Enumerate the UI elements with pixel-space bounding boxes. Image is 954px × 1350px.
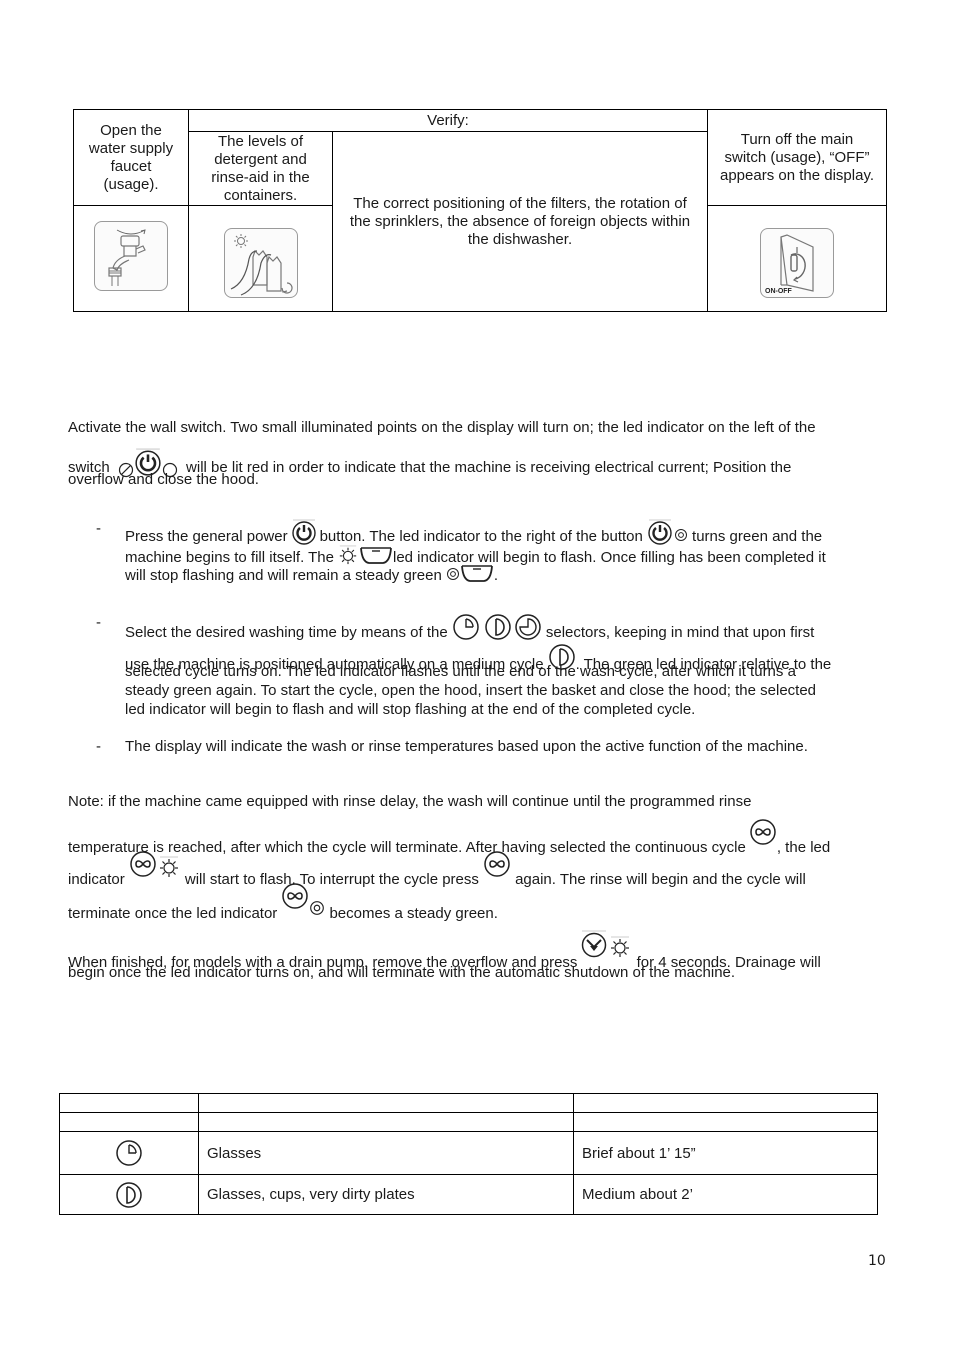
cycle-icon-cell <box>59 1131 199 1175</box>
detergent-instruction: The levels of detergent and rinse-aid in… <box>188 131 333 206</box>
note-line-4: terminate once the led indicator becomes… <box>68 882 888 922</box>
on-off-label: ON-OFF <box>765 288 793 295</box>
heating-icon <box>157 856 181 878</box>
page-number: 10 <box>868 1253 886 1269</box>
bullet-3-text: The display will indicate the wash or ri… <box>125 738 808 755</box>
bullet-2-text-g: led indicator will begin to flash and wi… <box>125 701 696 718</box>
continuous-cycle-icon <box>483 850 511 878</box>
verify-header: Verify: <box>188 109 708 132</box>
heating-icon <box>337 545 359 565</box>
faucet-picture-cell <box>73 205 189 312</box>
power-button-icon <box>290 519 318 545</box>
green-led-icon <box>309 900 325 916</box>
switch-picture-cell: ON-OFF <box>707 205 887 312</box>
continuous-cycle-icon <box>749 818 777 846</box>
faucet-instruction: Open the water supply faucet (usage). <box>73 109 189 206</box>
drain-icon <box>580 930 608 958</box>
blank-cell <box>573 1112 878 1132</box>
on-off-switch-icon: ON-OFF <box>760 228 834 298</box>
water-faucet-icon <box>94 221 168 291</box>
cycle-duration-cell: Brief about 1’ 15” <box>573 1131 878 1175</box>
bullet-1-text-c: turns green and the <box>692 528 823 545</box>
switch-instruction: Turn off the main switch (usage), “OFF” … <box>707 109 887 206</box>
bullet-1-text-g: . <box>493 567 499 584</box>
bullet-dash: - <box>96 738 101 755</box>
table-row: Glasses Brief about 1’ 15” <box>59 1131 878 1175</box>
continuous-cycle-icon <box>281 882 309 910</box>
header-cell <box>198 1093 574 1113</box>
header-cell <box>59 1093 199 1113</box>
bullet-1-text-a: Press the general power <box>125 528 288 545</box>
brief-cycle-icon <box>115 1139 143 1167</box>
blank-cell <box>59 1112 199 1132</box>
tank-icon <box>359 545 393 565</box>
bullet-2-text-f: steady green again. To start the cycle, … <box>125 682 817 699</box>
brief-cycle-icon <box>452 613 480 641</box>
intro-line-3: overflow and close the hood. <box>68 471 259 488</box>
table-header-row <box>59 1093 878 1113</box>
long-cycle-icon <box>514 613 542 641</box>
finish-line-2: begin once the led indicator turns on, a… <box>68 964 736 981</box>
bullet-dash: - <box>96 614 101 631</box>
note-line-1: Note: if the machine came equipped with … <box>68 793 752 810</box>
detergent-picture-cell <box>188 205 333 312</box>
note-text-4b: becomes a steady green. <box>329 905 498 922</box>
detergent-containers-icon <box>223 228 298 298</box>
preparation-table: Open the water supply faucet (usage). Ve… <box>73 109 887 312</box>
intro-line-1: Activate the wall switch. Two small illu… <box>68 419 816 436</box>
medium-cycle-icon <box>115 1181 143 1209</box>
cycle-items-cell: Glasses, cups, very dirty plates <box>198 1174 574 1215</box>
bullet-2-text-e: selected cycle turns on. The led indicat… <box>125 663 796 680</box>
bullet-2-text-a: Select the desired washing time by means… <box>125 624 448 641</box>
header-cell <box>573 1093 878 1113</box>
green-led-icon <box>446 567 460 581</box>
bullet-dash: - <box>96 520 101 537</box>
table-row <box>59 1112 878 1132</box>
bullet-power: - Press the general power button. The led… <box>96 519 886 585</box>
bullet-select-time: - Select the desired washing time by mea… <box>96 613 886 719</box>
bullet-1-text-b: button. The led indicator to the right o… <box>319 528 643 545</box>
cycle-items-cell: Glasses <box>198 1131 574 1175</box>
note-line-2: temperature is reached, after which the … <box>68 818 888 856</box>
cycle-table: Glasses Brief about 1’ 15” Glasses, cups… <box>59 1093 878 1215</box>
finish-line-1: When finished, for models with a drain p… <box>68 930 888 971</box>
medium-cycle-icon <box>484 613 512 641</box>
tank-icon <box>460 563 494 583</box>
bullet-display: - The display will indicate the wash or … <box>96 737 886 756</box>
continuous-cycle-icon <box>129 850 157 878</box>
cycle-duration-cell: Medium about 2’ <box>573 1174 878 1215</box>
bullet-2-text-b: selectors, keeping in mind that upon fir… <box>545 624 815 641</box>
bullet-1-text-f: will stop flashing and will remain a ste… <box>125 567 442 584</box>
filters-instruction: The correct positioning of the filters, … <box>332 131 708 312</box>
note-text-4a: terminate once the led indicator <box>68 905 278 922</box>
green-led-icon <box>674 528 688 542</box>
cycle-icon-cell <box>59 1174 199 1215</box>
note-line-3: indicator will start to flash. To interr… <box>68 850 888 888</box>
power-button-icon <box>646 519 674 545</box>
table-row: Glasses, cups, very dirty plates Medium … <box>59 1174 878 1215</box>
heating-icon <box>608 936 632 958</box>
blank-cell <box>198 1112 574 1132</box>
